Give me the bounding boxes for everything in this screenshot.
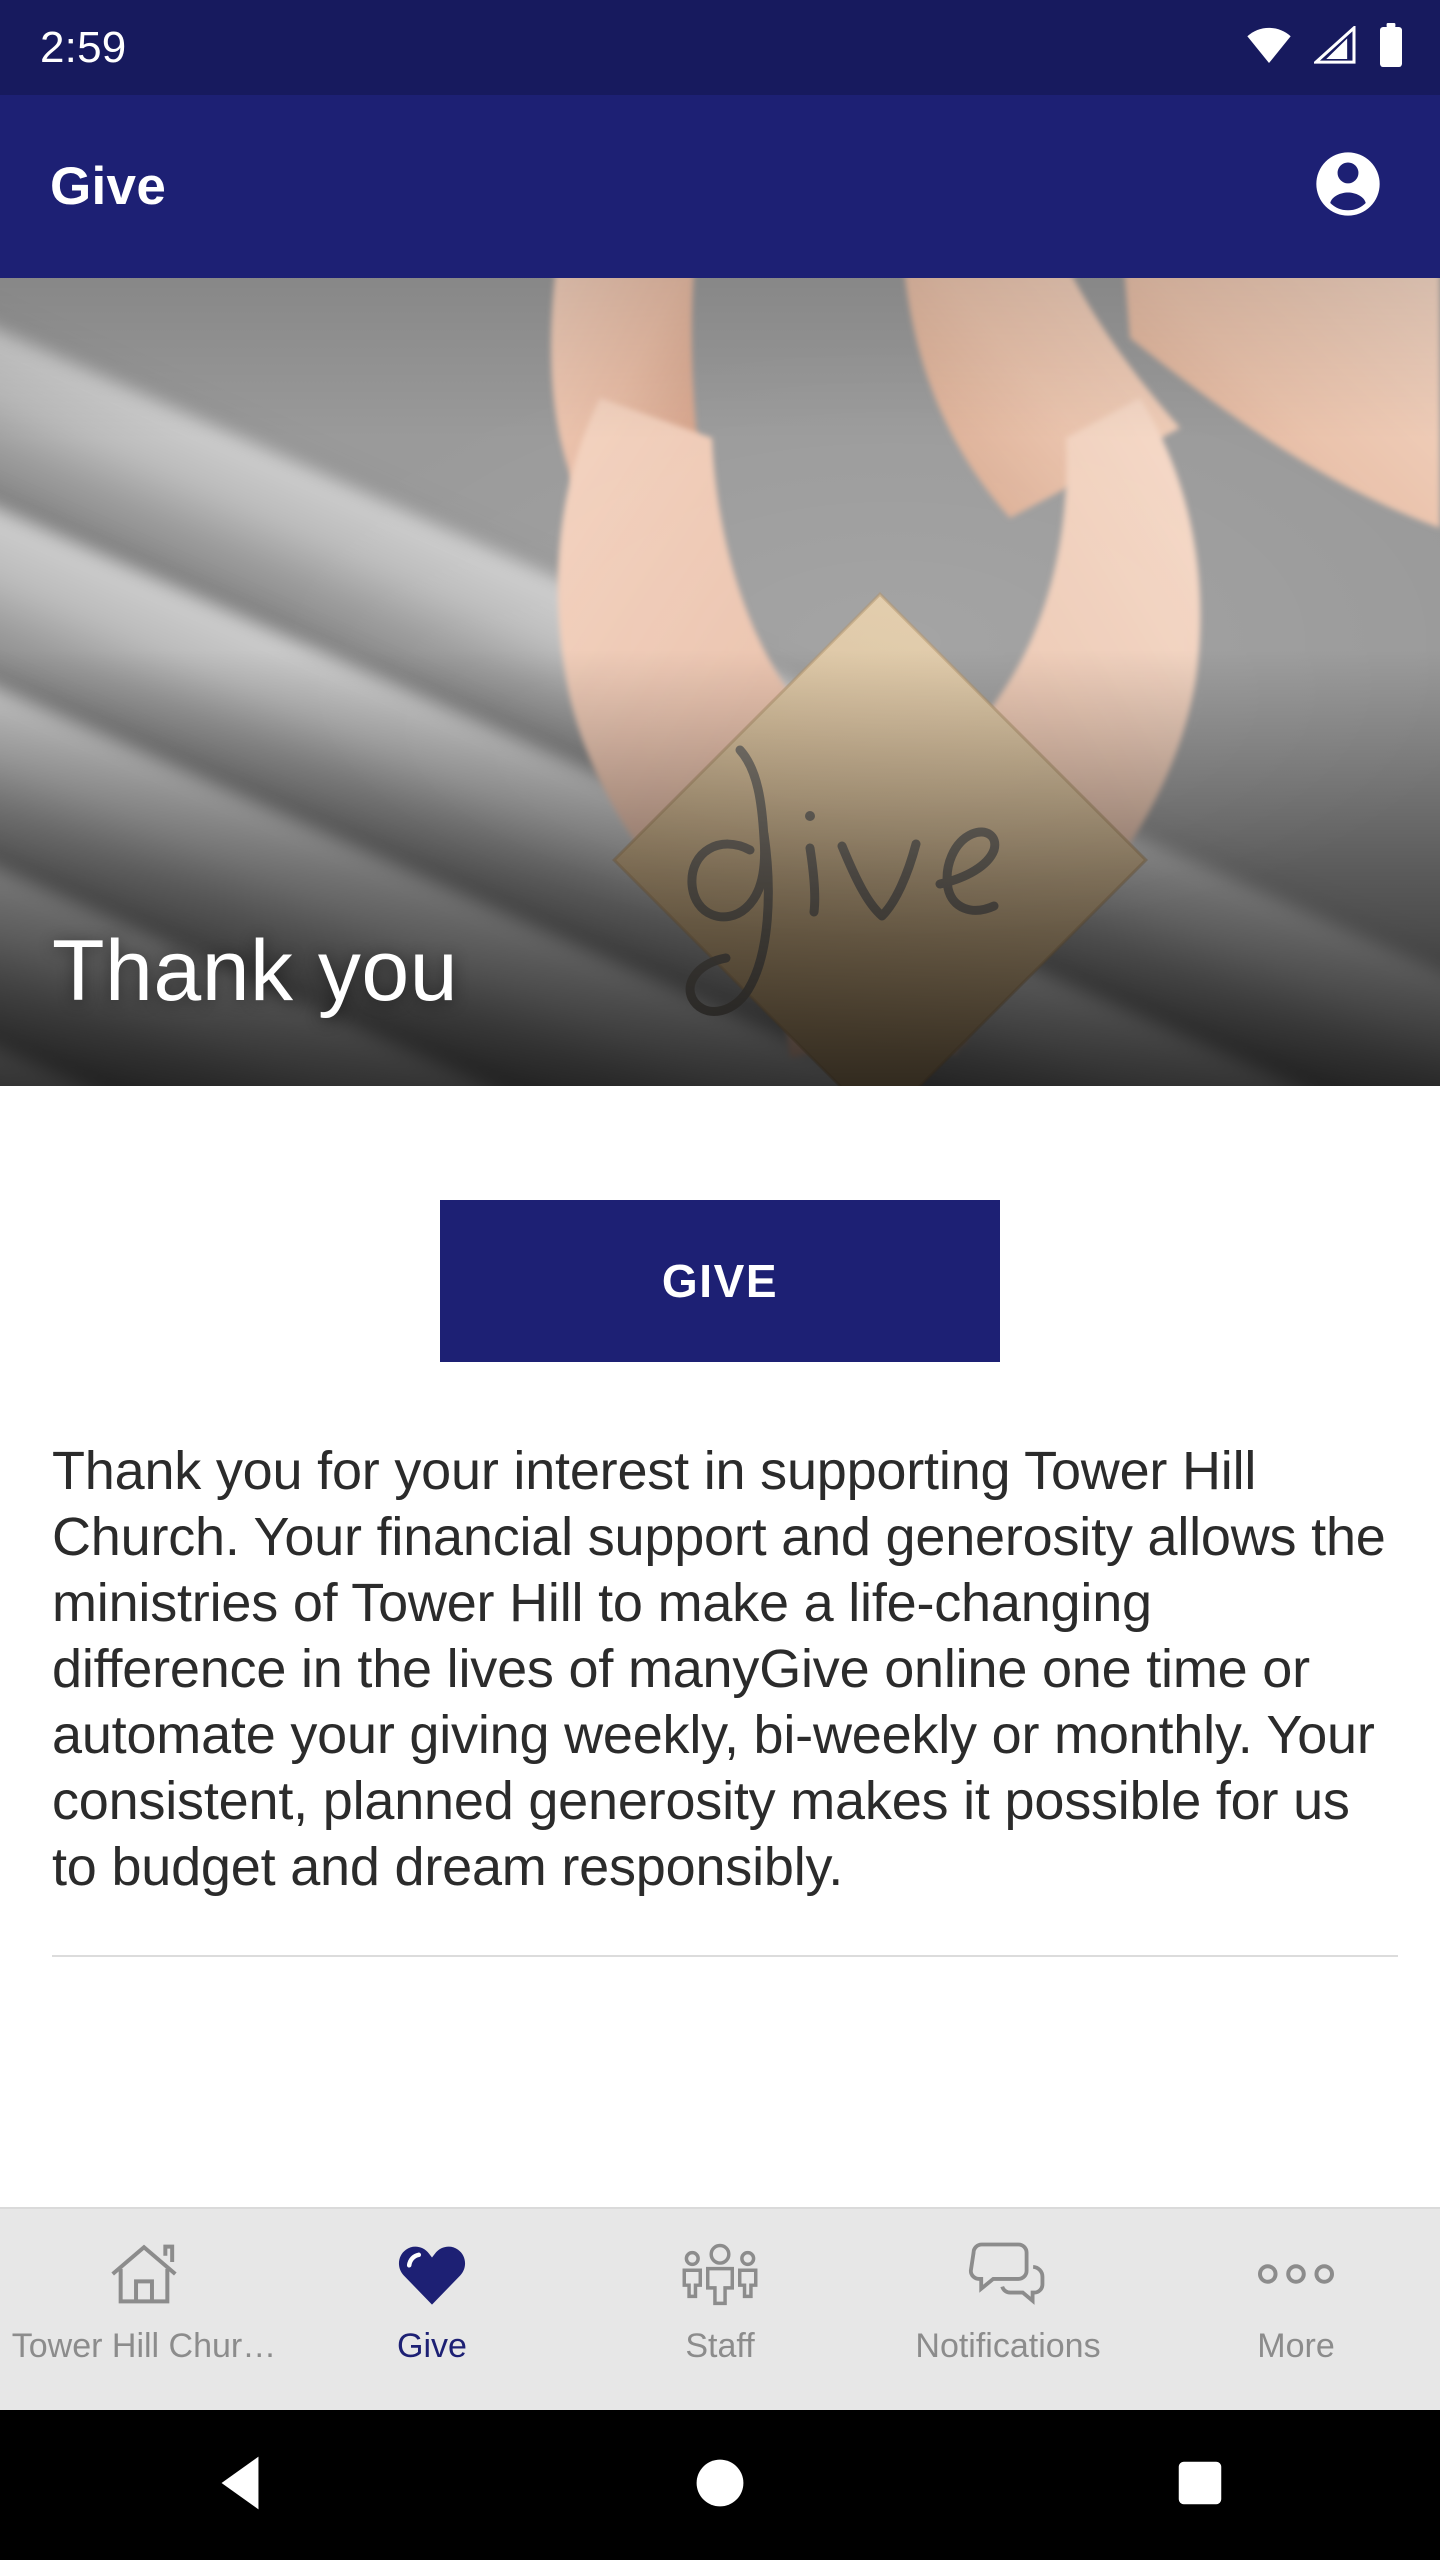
give-button-container: GIVE bbox=[0, 1200, 1440, 1362]
body-text: Thank you for your interest in supportin… bbox=[52, 1441, 1386, 1897]
nav-label-give: Give bbox=[397, 2329, 467, 2363]
battery-icon bbox=[1378, 23, 1404, 72]
app-bar: Give bbox=[0, 95, 1440, 278]
nav-label-home: Tower Hill Chur… bbox=[11, 2329, 277, 2363]
people-group-icon bbox=[680, 2235, 760, 2313]
wifi-icon bbox=[1246, 26, 1292, 69]
more-dots-icon bbox=[1256, 2235, 1336, 2313]
nav-label-notifications: Notifications bbox=[915, 2329, 1101, 2363]
system-navigation-bar bbox=[0, 2410, 1440, 2560]
nav-item-more[interactable]: More bbox=[1152, 2209, 1440, 2410]
home-circle-icon bbox=[694, 2457, 746, 2514]
page-title: Give bbox=[50, 157, 167, 216]
account-circle-icon bbox=[1310, 146, 1386, 227]
recents-button[interactable] bbox=[1120, 2410, 1280, 2560]
back-triangle-icon bbox=[212, 2454, 268, 2517]
content-divider bbox=[52, 1955, 1398, 1957]
status-clock: 2:59 bbox=[40, 22, 127, 72]
give-button[interactable]: GIVE bbox=[440, 1200, 1000, 1362]
nav-item-give[interactable]: Give bbox=[288, 2209, 576, 2410]
status-icons bbox=[1246, 23, 1404, 72]
home-icon bbox=[107, 2235, 181, 2313]
nav-item-home[interactable]: Tower Hill Chur… bbox=[0, 2209, 288, 2410]
cell-signal-icon bbox=[1312, 24, 1356, 69]
account-button[interactable] bbox=[1300, 139, 1396, 235]
hero-image: Thank you bbox=[0, 278, 1440, 1086]
home-button[interactable] bbox=[640, 2410, 800, 2560]
nav-item-staff[interactable]: Staff bbox=[576, 2209, 864, 2410]
recents-square-icon bbox=[1175, 2458, 1225, 2513]
bottom-navigation: Tower Hill Chur… Give Staff Notification… bbox=[0, 2207, 1440, 2410]
app-screen: 2:59 Give Thank you GIVE Thank you for y… bbox=[0, 0, 1440, 2560]
nav-label-staff: Staff bbox=[685, 2329, 755, 2363]
back-button[interactable] bbox=[160, 2410, 320, 2560]
status-bar: 2:59 bbox=[0, 0, 1440, 95]
chat-bubbles-icon bbox=[967, 2235, 1049, 2313]
nav-label-more: More bbox=[1257, 2329, 1335, 2363]
heart-icon bbox=[396, 2235, 468, 2313]
hero-title: Thank you bbox=[52, 923, 459, 1019]
nav-item-notifications[interactable]: Notifications bbox=[864, 2209, 1152, 2410]
